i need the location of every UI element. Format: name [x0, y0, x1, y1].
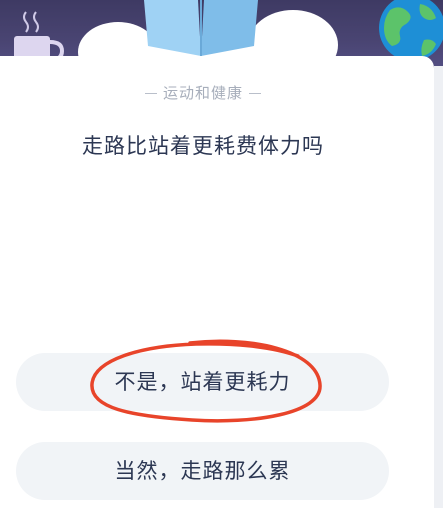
- quiz-card: [0, 56, 434, 508]
- answer-option-2-label: 当然，走路那么累: [114, 459, 291, 483]
- answer-option-1[interactable]: 不是，站着更耗力: [16, 353, 389, 411]
- card-edge: [434, 66, 443, 508]
- quiz-category: 运动和健康: [0, 82, 406, 103]
- quiz-question: 走路比站着更耗费体力吗: [82, 134, 324, 158]
- category-label: 运动和健康: [162, 84, 243, 102]
- open-book-icon: [140, 0, 262, 60]
- answer-option-2[interactable]: 当然，走路那么累: [16, 442, 389, 500]
- category-dash-left: [144, 93, 157, 94]
- category-dash-right: [249, 93, 261, 94]
- answer-option-1-label: 不是，站着更耗力: [114, 370, 291, 394]
